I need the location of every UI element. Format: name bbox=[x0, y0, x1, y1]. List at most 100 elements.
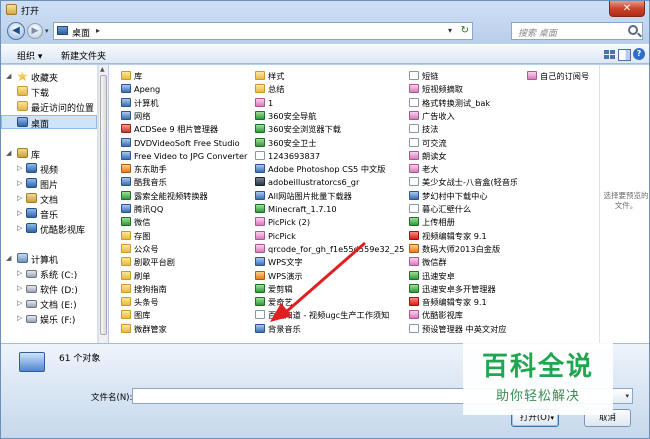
file-item[interactable]: 朗读女 bbox=[409, 150, 517, 162]
expand-triangle-icon[interactable]: ▷ bbox=[17, 269, 22, 277]
file-item[interactable]: 微信群 bbox=[409, 256, 517, 268]
close-button[interactable]: ✕ bbox=[609, 1, 645, 17]
address-location[interactable]: 桌面 bbox=[72, 26, 90, 39]
file-item[interactable]: WPS文字 bbox=[255, 256, 405, 268]
collapse-triangle-icon[interactable]: ◢ bbox=[6, 149, 11, 157]
file-item[interactable]: 美少女战士-八音盒(轻音乐) bbox=[409, 176, 517, 188]
expand-triangle-icon[interactable]: ▷ bbox=[17, 314, 22, 322]
breadcrumb-chevron-icon[interactable]: ▸ bbox=[96, 26, 100, 35]
file-item[interactable]: 可交流 bbox=[409, 137, 517, 149]
file-item[interactable]: 头条号 bbox=[121, 296, 253, 308]
collapse-triangle-icon[interactable]: ◢ bbox=[6, 72, 11, 80]
help-icon[interactable]: ? bbox=[633, 48, 645, 60]
file-item[interactable]: 迅速安卓 bbox=[409, 270, 517, 282]
sidebar-item-favorites[interactable]: ◢ 收藏夹 bbox=[1, 70, 97, 84]
file-item[interactable]: 格式转换测试_bak bbox=[409, 97, 517, 109]
file-item[interactable]: DVDVideoSoft Free Studio bbox=[121, 137, 253, 149]
expand-triangle-icon[interactable]: ▷ bbox=[17, 179, 22, 187]
sidebar-item-music[interactable]: ▷ 音乐 bbox=[1, 207, 97, 221]
file-item[interactable]: qrcode_for_gh_f1e55d559e32_258 bbox=[255, 243, 405, 255]
sidebar-item-pictures[interactable]: ▷ 图片 bbox=[1, 177, 97, 191]
file-item[interactable]: 搜狗指南 bbox=[121, 283, 253, 295]
file-item[interactable]: 酷我音乐 bbox=[121, 176, 253, 188]
file-item[interactable]: 背景音乐 bbox=[255, 323, 405, 335]
file-item[interactable]: 数码大师2013白金版 bbox=[409, 243, 517, 255]
file-item[interactable]: ACDSee 9 相片管理器 bbox=[121, 123, 253, 135]
expand-triangle-icon[interactable]: ▷ bbox=[17, 194, 22, 202]
file-item[interactable]: 刷单 bbox=[121, 270, 253, 282]
address-bar[interactable]: 桌面 ▸ ▾ ↻ bbox=[53, 22, 473, 40]
file-item[interactable]: 广告收入 bbox=[409, 110, 517, 122]
file-item[interactable]: 露索全能视频转换器 bbox=[121, 190, 253, 202]
file-item[interactable]: 迅速安卓多开管理器 bbox=[409, 283, 517, 295]
address-dropdown-icon[interactable]: ▾ bbox=[448, 26, 452, 35]
sidebar-item-recent[interactable]: 最近访问的位置 bbox=[1, 100, 97, 114]
recent-pages-dropdown[interactable]: ▾ bbox=[45, 27, 49, 35]
sidebar-item-documents[interactable]: ▷ 文档 bbox=[1, 192, 97, 206]
sidebar-item-drive-f[interactable]: ▷ 娱乐 (F:) bbox=[1, 312, 97, 326]
file-item[interactable]: 存图 bbox=[121, 230, 253, 242]
file-item[interactable]: 1 bbox=[255, 97, 405, 109]
file-item[interactable]: 360安全卫士 bbox=[255, 137, 405, 149]
file-item[interactable]: 音频编辑专家 9.1 bbox=[409, 296, 517, 308]
file-item[interactable]: 视频编辑专家 9.1 bbox=[409, 230, 517, 242]
file-item[interactable]: 计算机 bbox=[121, 97, 253, 109]
file-item[interactable]: 暮心汇壁什么 bbox=[409, 203, 517, 215]
file-item[interactable]: 百度知道 - 视频ugc生产工作须知 bbox=[255, 309, 405, 321]
sidebar-item-drive-c[interactable]: ▷ 系统 (C:) bbox=[1, 267, 97, 281]
sidebar-item-drive-d[interactable]: ▷ 软件 (D:) bbox=[1, 282, 97, 296]
view-options-icon[interactable] bbox=[603, 48, 617, 61]
navigation-scrollbar[interactable]: ▲ bbox=[98, 65, 108, 343]
expand-triangle-icon[interactable]: ▷ bbox=[17, 164, 22, 172]
scrollbar-thumb[interactable] bbox=[100, 75, 107, 335]
file-item[interactable]: 总结 bbox=[255, 83, 405, 95]
file-item[interactable]: 爱奇艺 bbox=[255, 296, 405, 308]
file-item[interactable]: 360安全导航 bbox=[255, 110, 405, 122]
scroll-up-icon[interactable]: ▲ bbox=[100, 66, 105, 73]
file-item[interactable]: 网络 bbox=[121, 110, 253, 122]
chevron-down-icon[interactable]: ▾ bbox=[625, 392, 629, 400]
file-item[interactable]: 公众号 bbox=[121, 243, 253, 255]
file-item[interactable]: PicPick (2) bbox=[255, 216, 405, 228]
sidebar-item-desktop[interactable]: 桌面 bbox=[1, 115, 97, 130]
file-item[interactable]: 梦幻村中下载中心 bbox=[409, 190, 517, 202]
search-icon[interactable] bbox=[628, 25, 638, 35]
file-item[interactable]: 自己的订阅号 bbox=[527, 70, 597, 82]
file-item[interactable]: adobeillustratorcs6_gr bbox=[255, 176, 405, 188]
file-item[interactable]: 老大 bbox=[409, 163, 517, 175]
file-item[interactable]: 预设管理器 中英文对应 bbox=[409, 323, 517, 335]
file-item[interactable]: Adobe Photoshop CS5 中文版 bbox=[255, 163, 405, 175]
file-item[interactable]: Apeng bbox=[121, 83, 253, 95]
preview-pane-icon[interactable] bbox=[617, 48, 631, 61]
file-item[interactable]: 腾讯QQ bbox=[121, 203, 253, 215]
search-box[interactable]: 搜索 桌面 bbox=[511, 22, 643, 40]
sidebar-item-drive-e[interactable]: ▷ 文档 (E:) bbox=[1, 297, 97, 311]
file-item[interactable]: 微群管家 bbox=[121, 323, 253, 335]
sidebar-item-downloads[interactable]: 下载 bbox=[1, 85, 97, 99]
sidebar-item-libraries[interactable]: ◢ 库 bbox=[1, 147, 97, 161]
back-button[interactable]: ◀ bbox=[7, 22, 25, 40]
organize-menu[interactable]: 组织 ▾ bbox=[17, 49, 42, 62]
file-item[interactable]: 上传相册 bbox=[409, 216, 517, 228]
sidebar-item-computer[interactable]: ◢ 计算机 bbox=[1, 252, 97, 266]
new-folder-button[interactable]: 新建文件夹 bbox=[61, 49, 106, 62]
file-item[interactable]: 剧歌平台剧 bbox=[121, 256, 253, 268]
sidebar-item-videos[interactable]: ▷ 视频 bbox=[1, 162, 97, 176]
file-item[interactable]: 短视频摘取 bbox=[409, 83, 517, 95]
file-item[interactable]: 东东助手 bbox=[121, 163, 253, 175]
file-item[interactable]: WPS演示 bbox=[255, 270, 405, 282]
expand-triangle-icon[interactable]: ▷ bbox=[17, 209, 22, 217]
file-item[interactable]: 样式 bbox=[255, 70, 405, 82]
search-input[interactable]: 搜索 桌面 bbox=[518, 26, 557, 39]
file-item[interactable]: Free Video to JPG Converter bbox=[121, 150, 253, 162]
file-item[interactable]: 库 bbox=[121, 70, 253, 82]
file-item[interactable]: 360安全浏览器下载 bbox=[255, 123, 405, 135]
forward-button[interactable]: ▶ bbox=[27, 23, 43, 39]
file-item[interactable]: 短链 bbox=[409, 70, 517, 82]
file-item[interactable]: 技法 bbox=[409, 123, 517, 135]
file-item[interactable]: 图库 bbox=[121, 309, 253, 321]
file-item[interactable]: PicPick bbox=[255, 230, 405, 242]
collapse-triangle-icon[interactable]: ◢ bbox=[6, 254, 11, 262]
expand-triangle-icon[interactable]: ▷ bbox=[17, 224, 22, 232]
file-item[interactable]: 微信 bbox=[121, 216, 253, 228]
